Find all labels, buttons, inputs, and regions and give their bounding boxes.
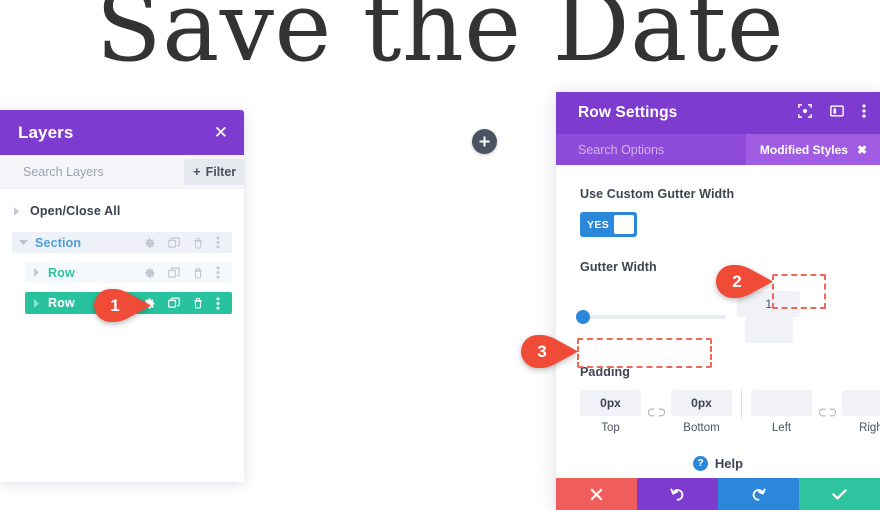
trash-icon[interactable] [192,297,204,309]
duplicate-icon[interactable] [168,297,180,309]
padding-inputs-row: Top Bottom Lef [580,390,880,434]
trash-icon[interactable] [192,267,204,279]
duplicate-icon[interactable] [168,267,180,279]
gutter-width-unit-field[interactable] [745,317,794,343]
gutter-width-slider[interactable] [576,310,727,324]
row-settings-header-icons [798,103,866,123]
layer-label: Row [48,265,75,280]
modified-styles-badge[interactable]: Modified Styles ✖ [745,134,880,165]
help-link[interactable]: ? Help [580,456,856,471]
help-label: Help [714,456,744,471]
row-settings-body: Use Custom Gutter Width YES Gutter Width [556,165,880,478]
padding-top-label: Top [601,422,620,434]
layers-panel-title: Layers [18,122,74,142]
layers-panel-header: Layers ✕ [0,110,244,155]
row-settings-footer [556,478,880,510]
padding-bottom-input[interactable] [671,390,732,416]
layer-label: Section [35,235,82,250]
more-icon[interactable] [216,297,220,310]
callout-marker-3: 3 [521,335,579,368]
broken-link-icon[interactable] [812,399,842,425]
row-settings-subbar: Modified Styles ✖ [556,134,880,165]
question-icon: ? [692,456,708,471]
more-icon[interactable] [216,266,220,279]
plus-icon [479,136,490,147]
callout-number: 2 [732,271,742,291]
layer-row-section[interactable]: Section [12,232,232,253]
row-settings-header: Row Settings [556,92,880,134]
close-icon[interactable]: ✕ [214,124,228,141]
custom-gutter-toggle[interactable]: YES [580,212,637,237]
gear-icon[interactable] [144,237,156,249]
gear-icon[interactable] [144,267,156,279]
padding-left-input[interactable] [751,390,812,416]
field-padding: Padding Top Bottom [580,365,880,434]
padding-top-cell: Top [580,390,641,434]
close-icon [590,488,603,500]
layer-label: Open/Close All [30,204,121,218]
page-title: Save the Date [95,0,785,83]
chevron-right-icon[interactable] [31,268,41,278]
chevron-right-icon[interactable] [31,298,41,308]
padding-right-cell: Right [842,390,880,434]
row-settings-panel: Row Settings Modified Styles ✖ [556,92,880,510]
padding-group-horizontal: Left Right [751,390,880,434]
layers-search-row: + Filter [0,155,244,189]
callout-marker-1: 1 [94,289,152,322]
add-module-button[interactable] [472,129,497,154]
chevron-down-icon[interactable] [18,238,28,248]
undo-icon [670,488,684,501]
modified-styles-label: Modified Styles [759,142,848,157]
checkmark-icon [832,488,847,499]
screen-root: Save the Date Layers ✕ + Filter [0,0,880,510]
callout-number: 3 [537,341,547,361]
target-icon[interactable] [798,103,812,123]
field-use-custom-gutter-width: Use Custom Gutter Width YES [580,187,856,237]
layer-label: Row [48,296,75,310]
duplicate-icon[interactable] [168,237,180,249]
layer-actions [144,266,232,279]
chevron-right-icon[interactable] [11,206,21,216]
field-label: Use Custom Gutter Width [580,187,735,201]
panel-layout-icon[interactable] [830,104,844,123]
slider-handle[interactable] [576,310,590,324]
broken-link-icon[interactable] [641,399,671,425]
padding-left-cell: Left [751,390,812,434]
gutter-width-slider-row [576,291,856,343]
padding-left-label: Left [771,422,792,434]
layer-actions [144,236,232,249]
more-icon[interactable] [216,236,220,249]
search-options-input[interactable] [578,142,746,157]
padding-right-input[interactable] [842,390,880,416]
padding-bottom-cell: Bottom [671,390,732,434]
filter-button[interactable]: + Filter [184,158,244,185]
layer-actions [143,297,232,310]
more-vertical-icon[interactable] [862,103,866,123]
row-settings-title: Row Settings [578,104,678,121]
padding-top-input[interactable] [580,390,641,416]
layer-row-open-close-all[interactable]: Open/Close All [0,201,244,221]
trash-icon[interactable] [192,237,204,249]
cancel-button[interactable] [556,478,637,510]
undo-button[interactable] [637,478,718,510]
padding-right-label: Right [859,422,880,434]
toggle-knob [614,215,634,234]
save-button[interactable] [799,478,880,510]
plus-icon: + [193,164,201,179]
redo-icon [752,488,766,501]
toggle-value-label: YES [587,218,610,231]
gutter-width-value-wrap [737,291,856,343]
layer-row-row-1[interactable]: Row [25,262,232,283]
callout-marker-2: 2 [716,265,774,298]
padding-bottom-label: Bottom [683,422,720,434]
close-icon[interactable]: ✖ [857,144,867,156]
divider [741,390,742,418]
callout-number: 1 [110,295,120,315]
padding-group-vertical: Top Bottom [580,390,732,434]
filter-button-label: Filter [205,164,237,179]
field-label: Padding [580,365,631,379]
search-layers-input[interactable] [23,164,184,179]
redo-button[interactable] [718,478,799,510]
